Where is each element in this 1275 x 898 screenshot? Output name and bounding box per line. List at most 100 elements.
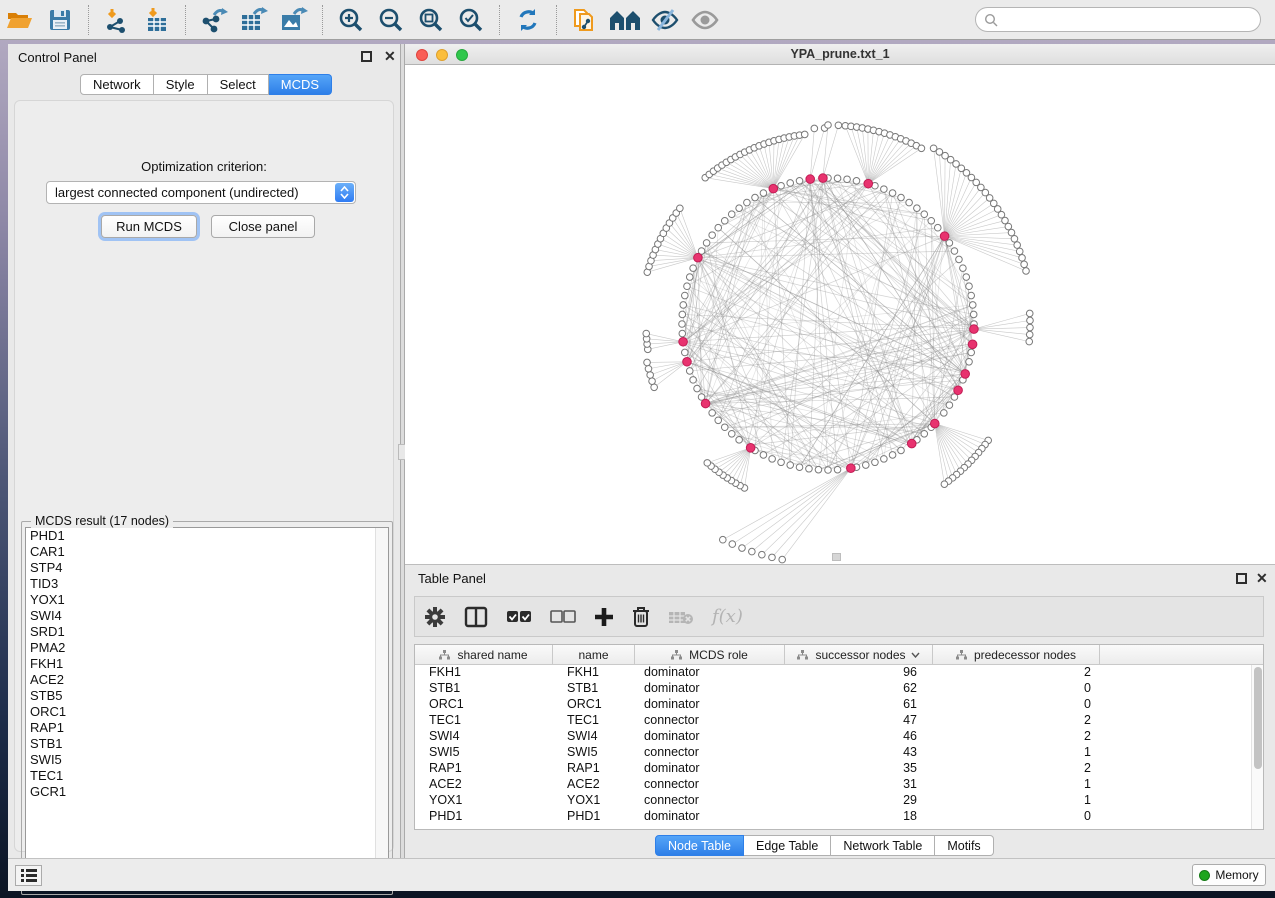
table-cell[interactable]: 31 xyxy=(785,777,933,793)
export-image-button[interactable] xyxy=(277,3,311,37)
column-header-predecessor-nodes[interactable]: predecessor nodes xyxy=(933,645,1100,664)
network-leaf-node[interactable] xyxy=(779,556,786,563)
clone-network-button[interactable] xyxy=(568,3,602,37)
network-node[interactable] xyxy=(715,417,722,424)
table-cell[interactable]: 1 xyxy=(933,745,1100,761)
network-leaf-node[interactable] xyxy=(1026,338,1033,345)
network-leaf-node[interactable] xyxy=(1008,229,1015,236)
network-node[interactable] xyxy=(686,274,693,281)
network-node[interactable] xyxy=(951,248,958,255)
table-cell[interactable]: 96 xyxy=(785,665,933,681)
tab-mcds[interactable]: MCDS xyxy=(269,74,332,95)
refresh-layout-button[interactable] xyxy=(511,3,545,37)
network-hub-node[interactable] xyxy=(847,464,856,473)
float-table-panel-icon[interactable] xyxy=(1236,573,1247,584)
network-hub-node[interactable] xyxy=(694,253,703,262)
table-cell[interactable]: dominator xyxy=(635,729,785,745)
import-network-button[interactable] xyxy=(100,3,134,37)
mcds-node-item[interactable]: FKH1 xyxy=(26,656,388,672)
table-cell[interactable]: 46 xyxy=(785,729,933,745)
network-node[interactable] xyxy=(690,377,697,384)
network-node[interactable] xyxy=(928,217,935,224)
table-cell[interactable]: SWI5 xyxy=(553,745,635,761)
table-cell[interactable]: 62 xyxy=(785,681,933,697)
network-leaf-node[interactable] xyxy=(1016,248,1023,255)
network-hub-node[interactable] xyxy=(954,386,963,395)
network-leaf-node[interactable] xyxy=(1014,242,1021,249)
mcds-node-item[interactable]: STP4 xyxy=(26,560,388,576)
first-neighbors-button[interactable] xyxy=(608,3,642,37)
close-panel-icon[interactable]: ✕ xyxy=(384,48,396,64)
mcds-node-item[interactable]: SRD1 xyxy=(26,624,388,640)
mcds-node-item[interactable]: TID3 xyxy=(26,576,388,592)
network-node[interactable] xyxy=(787,462,794,469)
import-table-button[interactable] xyxy=(140,3,174,37)
network-node[interactable] xyxy=(862,462,869,469)
network-hub-node[interactable] xyxy=(806,175,815,184)
network-node[interactable] xyxy=(970,311,977,318)
table-cell[interactable]: TEC1 xyxy=(415,713,553,729)
table-row[interactable]: YOX1YOX1connector291 xyxy=(415,793,1263,809)
network-node[interactable] xyxy=(709,232,716,239)
table-cell[interactable]: 0 xyxy=(933,697,1100,713)
network-leaf-node[interactable] xyxy=(644,359,651,366)
task-history-button[interactable] xyxy=(15,865,42,886)
table-settings-button[interactable] xyxy=(424,606,446,628)
delete-column-button[interactable] xyxy=(632,606,650,628)
network-leaf-node[interactable] xyxy=(1026,331,1033,338)
network-node[interactable] xyxy=(966,358,973,365)
table-row[interactable]: ACE2ACE2connector311 xyxy=(415,777,1263,793)
tab-style[interactable]: Style xyxy=(154,74,208,95)
mcds-node-item[interactable]: TEC1 xyxy=(26,768,388,784)
network-leaf-node[interactable] xyxy=(649,378,656,385)
network-hub-node[interactable] xyxy=(961,370,970,379)
table-cell[interactable]: 1 xyxy=(933,777,1100,793)
zoom-in-button[interactable] xyxy=(334,3,368,37)
table-cell[interactable]: 47 xyxy=(785,713,933,729)
table-scrollbar-thumb[interactable] xyxy=(1254,667,1262,769)
table-cell[interactable]: PHD1 xyxy=(553,809,635,825)
table-cell[interactable]: ACE2 xyxy=(553,777,635,793)
mcds-node-item[interactable]: PMA2 xyxy=(26,640,388,656)
network-hub-node[interactable] xyxy=(907,439,916,448)
network-node[interactable] xyxy=(921,211,928,218)
deselect-all-button[interactable] xyxy=(550,610,576,624)
mcds-node-item[interactable]: CAR1 xyxy=(26,544,388,560)
network-leaf-node[interactable] xyxy=(1005,223,1012,230)
table-cell[interactable]: connector xyxy=(635,745,785,761)
mcds-list-scrollbar[interactable] xyxy=(375,528,388,890)
network-node[interactable] xyxy=(690,265,697,272)
table-cell[interactable]: STB1 xyxy=(415,681,553,697)
network-node[interactable] xyxy=(963,274,970,281)
table-cell[interactable]: FKH1 xyxy=(553,665,635,681)
network-node[interactable] xyxy=(679,321,686,328)
network-node[interactable] xyxy=(796,178,803,185)
table-cell[interactable]: dominator xyxy=(635,809,785,825)
network-node[interactable] xyxy=(684,283,691,290)
network-node[interactable] xyxy=(682,292,689,299)
table-cell[interactable]: YOX1 xyxy=(415,793,553,809)
network-leaf-node[interactable] xyxy=(645,365,652,372)
tab-node-table[interactable]: Node Table xyxy=(655,835,744,856)
mcds-node-item[interactable]: ACE2 xyxy=(26,672,388,688)
network-leaf-node[interactable] xyxy=(704,460,711,467)
network-node[interactable] xyxy=(728,211,735,218)
network-leaf-node[interactable] xyxy=(801,131,808,138)
network-leaf-node[interactable] xyxy=(719,536,726,543)
network-leaf-node[interactable] xyxy=(1027,317,1034,324)
network-node[interactable] xyxy=(906,199,913,206)
network-node[interactable] xyxy=(956,256,963,263)
tab-select[interactable]: Select xyxy=(208,74,269,95)
network-graph[interactable] xyxy=(405,65,1275,564)
show-all-button[interactable] xyxy=(688,3,722,37)
network-hub-node[interactable] xyxy=(940,232,949,241)
table-cell[interactable]: RAP1 xyxy=(553,761,635,777)
network-leaf-node[interactable] xyxy=(835,122,842,129)
show-columns-button[interactable] xyxy=(464,606,488,628)
table-cell[interactable]: ACE2 xyxy=(415,777,553,793)
network-node[interactable] xyxy=(778,182,785,189)
network-leaf-node[interactable] xyxy=(1023,268,1030,275)
function-builder-button[interactable]: f(x) xyxy=(712,606,743,627)
network-node[interactable] xyxy=(960,265,967,272)
network-node[interactable] xyxy=(709,410,716,417)
